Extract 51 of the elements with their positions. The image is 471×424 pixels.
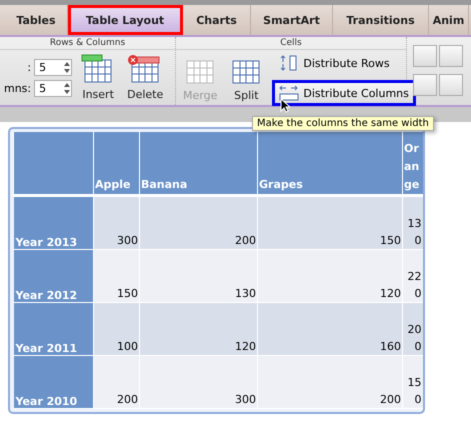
ribbon-tab[interactable]: SmartArt bbox=[251, 5, 333, 35]
column-header: Banana bbox=[140, 132, 258, 196]
ribbon-tab[interactable]: Charts bbox=[183, 5, 251, 35]
distribute-button[interactable]: Distribute Rows bbox=[272, 50, 416, 76]
table-cell: 150 bbox=[402, 356, 422, 408]
table-cell: 160 bbox=[258, 302, 402, 356]
ribbon-tab[interactable]: Anim bbox=[429, 5, 469, 35]
align-button[interactable] bbox=[439, 74, 463, 96]
table-cell: 150 bbox=[258, 196, 402, 250]
row-header: Year 2011 bbox=[14, 302, 94, 356]
table-cell: 130 bbox=[402, 196, 422, 250]
tooltip: Make the columns the same width bbox=[252, 116, 434, 131]
table-cell: 200 bbox=[94, 356, 140, 408]
spinner-label: : bbox=[27, 60, 32, 74]
distribute-button[interactable]: Distribute Columns bbox=[272, 80, 416, 106]
align-button[interactable] bbox=[413, 45, 437, 67]
table-cell: 200 bbox=[402, 302, 422, 356]
group-title: Cells bbox=[176, 37, 406, 50]
row-header: Year 2012 bbox=[14, 250, 94, 302]
table-cell: 120 bbox=[140, 302, 258, 356]
ribbon-tab[interactable]: Transitions bbox=[333, 5, 429, 35]
table-cell: 300 bbox=[94, 196, 140, 250]
ribbon-button[interactable]: Delete bbox=[124, 52, 166, 103]
align-button[interactable] bbox=[413, 74, 437, 96]
delete-table-icon bbox=[128, 54, 162, 84]
cursor-icon bbox=[280, 98, 290, 113]
spinner-label: mns: bbox=[4, 82, 32, 94]
group-title: Rows & Columns bbox=[0, 37, 175, 50]
spinner-arrows-icon[interactable] bbox=[63, 82, 72, 94]
ribbon-button[interactable]: Insert bbox=[78, 52, 118, 103]
distribute-columns-icon bbox=[279, 85, 300, 101]
table-cell: 200 bbox=[140, 196, 258, 250]
align-button[interactable] bbox=[439, 45, 463, 67]
table-cell: 200 bbox=[258, 356, 402, 408]
table-cell: 300 bbox=[140, 356, 258, 408]
table-cell: 120 bbox=[258, 250, 402, 302]
table-cell: 220 bbox=[402, 250, 422, 302]
ribbon-tab[interactable]: Table Layout bbox=[68, 5, 183, 35]
column-header: Apple bbox=[94, 132, 140, 196]
column-header: Orange bbox=[402, 132, 422, 196]
table-cell: 150 bbox=[94, 250, 140, 302]
spinner-arrows-icon[interactable] bbox=[63, 60, 72, 74]
ribbon-button[interactable]: Split bbox=[226, 52, 266, 104]
row-header: Year 2010 bbox=[14, 356, 94, 408]
table-cell: 130 bbox=[140, 250, 258, 302]
distribute-rows-icon bbox=[279, 55, 300, 71]
number-spinner[interactable]: 5 bbox=[34, 80, 72, 96]
table-cell: 100 bbox=[94, 302, 140, 356]
number-spinner[interactable]: 5 bbox=[34, 58, 72, 76]
column-header: Grapes bbox=[258, 132, 402, 196]
row-header: Year 2013 bbox=[14, 196, 94, 250]
